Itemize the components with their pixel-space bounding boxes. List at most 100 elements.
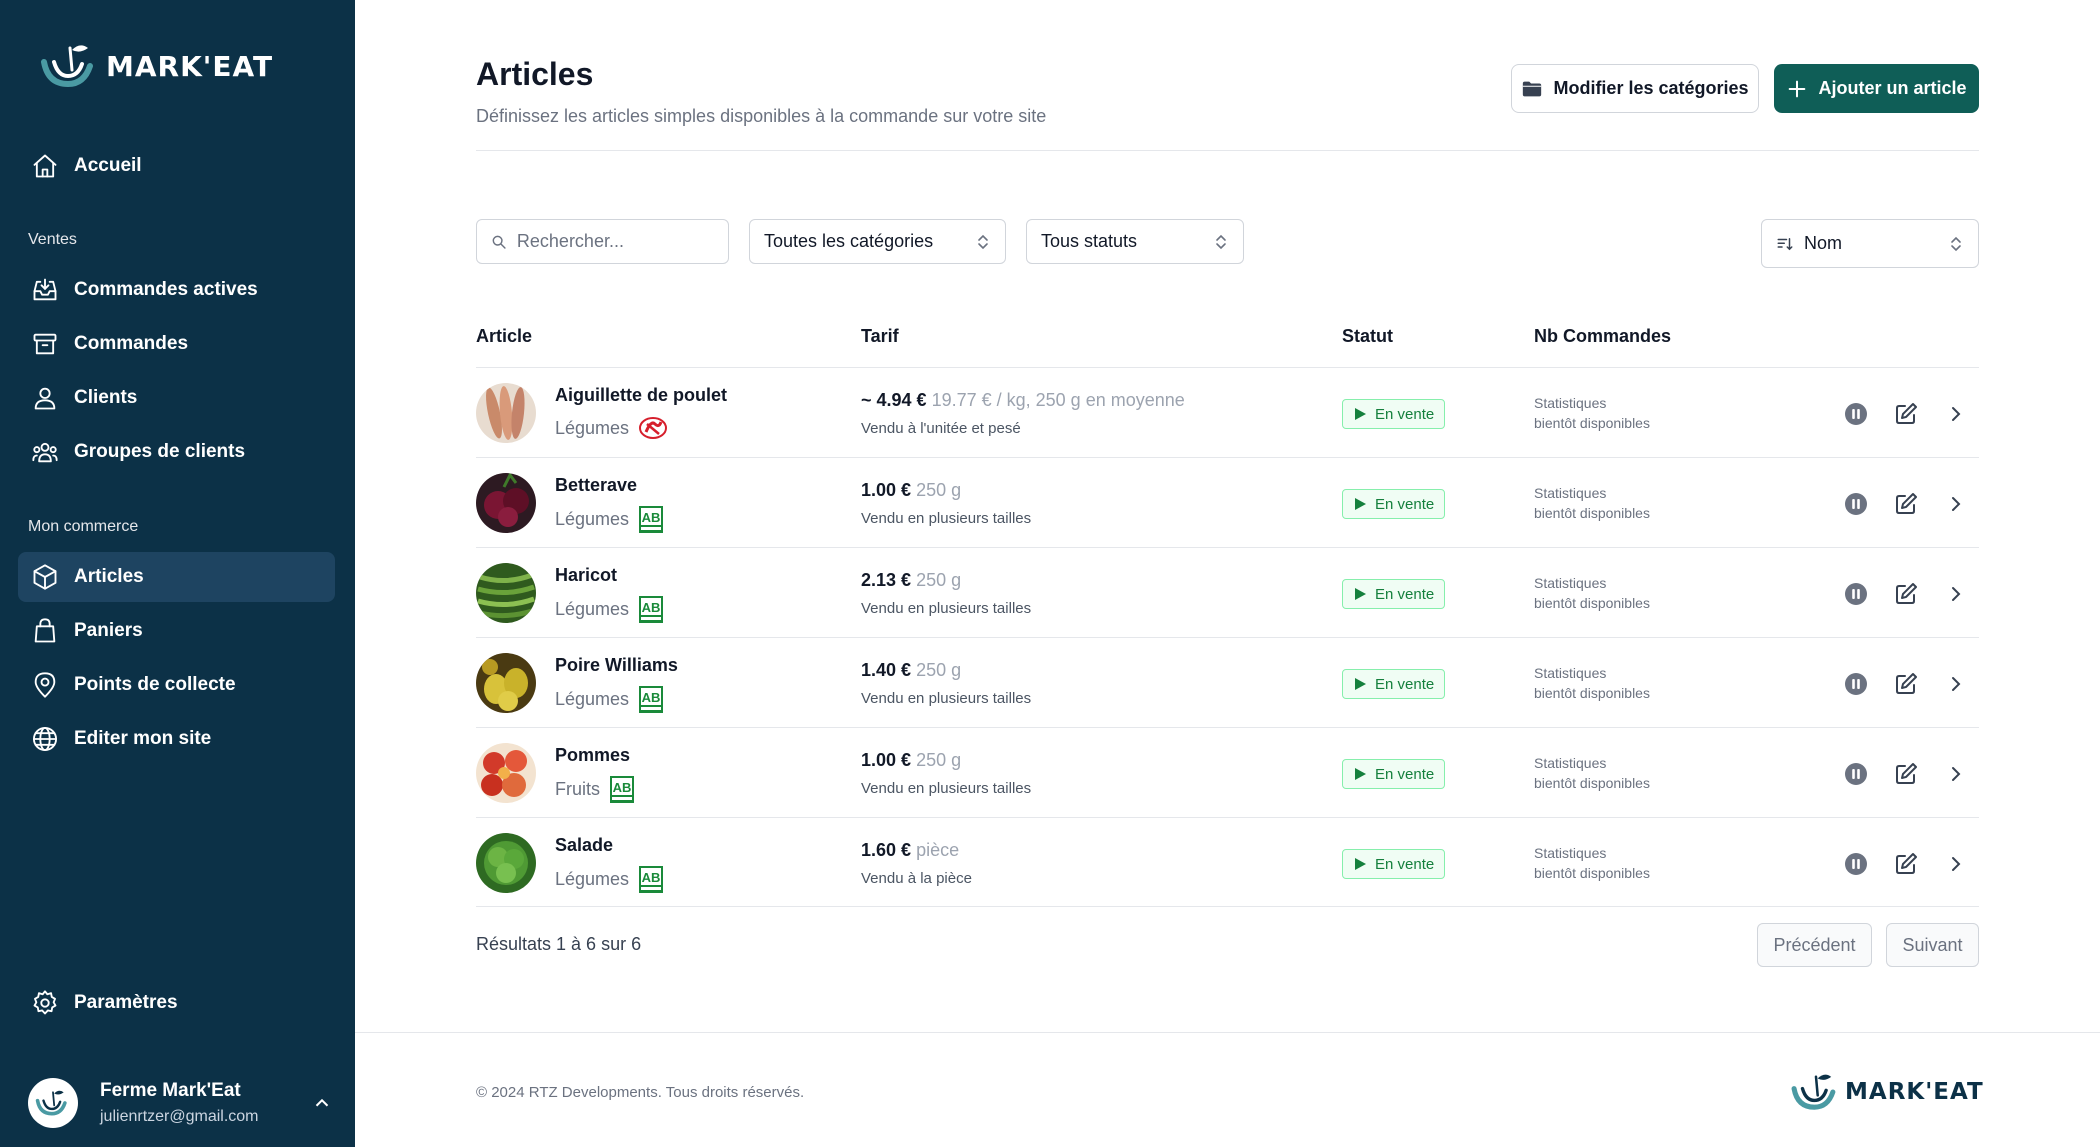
search-input[interactable] bbox=[516, 231, 714, 252]
sidebar: MARK'EAT Accueil Ventes Commandes active… bbox=[0, 0, 355, 1147]
nav-label: Articles bbox=[74, 566, 144, 587]
table-row[interactable]: Betterave Légumes AB 1.00 € 250 g Vendu … bbox=[476, 457, 1979, 547]
ab-organic-icon: AB bbox=[639, 686, 664, 713]
edit-icon[interactable] bbox=[1893, 761, 1919, 787]
folder-icon bbox=[1523, 81, 1542, 96]
price: 1.00 € 250 g bbox=[861, 750, 961, 771]
status-badge: En vente bbox=[1342, 399, 1446, 429]
nav-points-collecte[interactable]: Points de collecte bbox=[18, 660, 335, 710]
status-badge: En vente bbox=[1342, 489, 1446, 519]
nav-label: Editer mon site bbox=[74, 728, 212, 749]
user-menu[interactable]: Ferme Mark'Eat julienrtzer@gmail.com bbox=[28, 1078, 333, 1128]
table-row[interactable]: Aiguillette de poulet Légumes ~ 4.94 € 1… bbox=[476, 367, 1979, 457]
nav-editer-site[interactable]: Editer mon site bbox=[18, 714, 335, 764]
table-row[interactable]: Haricot Légumes AB 2.13 € 250 g Vendu en… bbox=[476, 547, 1979, 637]
chevron-right-icon[interactable] bbox=[1943, 671, 1969, 697]
status-badge: En vente bbox=[1342, 669, 1446, 699]
nav-parametres[interactable]: Paramètres bbox=[18, 978, 335, 1028]
price: 1.00 € 250 g bbox=[861, 480, 961, 501]
status-text: En vente bbox=[1375, 855, 1435, 873]
play-icon bbox=[1355, 588, 1366, 600]
pause-icon[interactable] bbox=[1843, 851, 1869, 877]
app-logo[interactable]: MARK'EAT bbox=[38, 40, 273, 92]
chevron-right-icon[interactable] bbox=[1943, 851, 1969, 877]
edit-icon[interactable] bbox=[1893, 671, 1919, 697]
footer-divider bbox=[355, 1032, 2100, 1033]
category-select-value: Toutes les catégories bbox=[764, 231, 934, 251]
status-select[interactable]: Tous statuts bbox=[1026, 219, 1244, 264]
status-text: En vente bbox=[1375, 675, 1435, 693]
nav-commandes-actives[interactable]: Commandes actives bbox=[18, 265, 335, 315]
column-header-nb-commandes: Nb Commandes bbox=[1534, 326, 1672, 346]
order-stats: Statistiques bientôt disponibles bbox=[1534, 573, 1694, 613]
play-icon bbox=[1355, 768, 1366, 780]
price-note: Vendu en plusieurs tailles bbox=[861, 780, 1032, 797]
sort-select-value: Nom bbox=[1804, 233, 1843, 253]
order-stats: Statistiques bientôt disponibles bbox=[1534, 393, 1694, 433]
article-category: Légumes bbox=[555, 416, 668, 440]
search-icon bbox=[492, 235, 506, 249]
table-row[interactable]: Salade Légumes AB 1.60 € pièce Vendu à l… bbox=[476, 817, 1979, 907]
selector-icon bbox=[1216, 234, 1226, 249]
inbox-download-icon bbox=[30, 275, 60, 305]
chevron-right-icon[interactable] bbox=[1943, 401, 1969, 427]
play-icon bbox=[1355, 678, 1366, 690]
order-stats: Statistiques bientôt disponibles bbox=[1534, 843, 1694, 883]
chevron-right-icon[interactable] bbox=[1943, 491, 1969, 517]
chevron-right-icon[interactable] bbox=[1943, 761, 1969, 787]
article-name: Poire Williams bbox=[555, 655, 678, 675]
edit-categories-button[interactable]: Modifier les catégories bbox=[1511, 64, 1759, 113]
nav-commandes[interactable]: Commandes bbox=[18, 319, 335, 369]
home-icon bbox=[30, 151, 60, 181]
play-icon bbox=[1355, 498, 1366, 510]
nav-label: Points de collecte bbox=[74, 674, 236, 695]
add-article-button[interactable]: Ajouter un article bbox=[1774, 64, 1979, 113]
nav-articles[interactable]: Articles bbox=[18, 552, 335, 602]
nav-paniers[interactable]: Paniers bbox=[18, 606, 335, 656]
nav-accueil[interactable]: Accueil bbox=[18, 141, 335, 191]
order-stats: Statistiques bientôt disponibles bbox=[1534, 483, 1694, 523]
product-image bbox=[476, 473, 536, 533]
price-note: Vendu à la pièce bbox=[861, 870, 972, 887]
edit-categories-label: Modifier les catégories bbox=[1553, 78, 1749, 98]
pause-icon[interactable] bbox=[1843, 491, 1869, 517]
column-header-article: Article bbox=[476, 326, 533, 346]
nav-groupes-clients[interactable]: Groupes de clients bbox=[18, 427, 335, 477]
stats-line-2: bientôt disponibles bbox=[1534, 595, 1650, 611]
category-select[interactable]: Toutes les catégories bbox=[749, 219, 1006, 264]
chevron-up-icon[interactable] bbox=[311, 1092, 333, 1114]
footer-logo[interactable]: MARK'EAT bbox=[1789, 1070, 1984, 1114]
price-unit: 19.77 € / kg, 250 g en moyenne bbox=[931, 390, 1185, 410]
price-value: 2.13 € bbox=[861, 570, 912, 590]
nav-clients[interactable]: Clients bbox=[18, 373, 335, 423]
nav-section-mon-commerce: Mon commerce bbox=[28, 518, 139, 535]
table-row[interactable]: Pommes Fruits AB 1.00 € 250 g Vendu en p… bbox=[476, 727, 1979, 817]
edit-icon[interactable] bbox=[1893, 851, 1919, 877]
product-image bbox=[476, 563, 536, 623]
pause-icon[interactable] bbox=[1843, 581, 1869, 607]
edit-icon[interactable] bbox=[1893, 491, 1919, 517]
price: 2.13 € 250 g bbox=[861, 570, 961, 591]
price-value: 1.40 € bbox=[861, 660, 912, 680]
pause-icon[interactable] bbox=[1843, 671, 1869, 697]
selector-icon bbox=[1951, 236, 1961, 251]
price-value: ~ 4.94 € bbox=[861, 390, 927, 410]
status-badge: En vente bbox=[1342, 849, 1446, 879]
add-article-label: Ajouter un article bbox=[1818, 78, 1967, 98]
next-button[interactable]: Suivant bbox=[1886, 923, 1979, 967]
sort-select[interactable]: Nom bbox=[1761, 219, 1979, 268]
logo-text: MARK'EAT bbox=[106, 49, 274, 83]
previous-button[interactable]: Précédent bbox=[1757, 923, 1872, 967]
pause-icon[interactable] bbox=[1843, 401, 1869, 427]
pause-icon[interactable] bbox=[1843, 761, 1869, 787]
status-badge: En vente bbox=[1342, 579, 1446, 609]
search-field[interactable] bbox=[476, 219, 729, 264]
order-stats: Statistiques bientôt disponibles bbox=[1534, 753, 1694, 793]
selector-icon bbox=[978, 234, 988, 249]
edit-icon[interactable] bbox=[1893, 401, 1919, 427]
chevron-right-icon[interactable] bbox=[1943, 581, 1969, 607]
edit-icon[interactable] bbox=[1893, 581, 1919, 607]
table-row[interactable]: Poire Williams Légumes AB 1.40 € 250 g V… bbox=[476, 637, 1979, 727]
price-unit: 250 g bbox=[916, 750, 962, 770]
page-subtitle: Définissez les articles simples disponib… bbox=[476, 106, 1047, 126]
